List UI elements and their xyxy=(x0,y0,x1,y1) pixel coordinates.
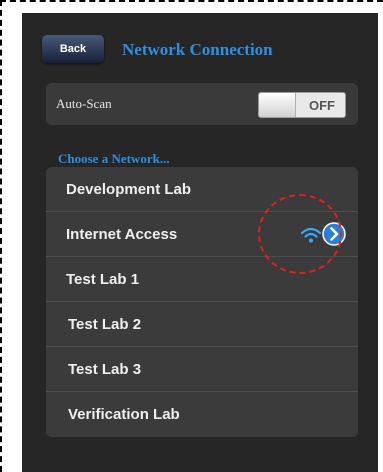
autoscan-label: Auto-Scan xyxy=(56,96,112,111)
autoscan-toggle[interactable]: OFF xyxy=(258,92,346,118)
network-item-label: Development Lab xyxy=(66,181,192,198)
toggle-state: OFF xyxy=(309,98,335,113)
network-section-title: Choose a Network... xyxy=(58,151,170,166)
autoscan-row: Auto-Scan OFF xyxy=(46,83,358,125)
dashed-border-top xyxy=(0,0,383,2)
toggle-knob xyxy=(259,93,296,117)
network-item-label: Internet Access xyxy=(66,226,178,243)
network-item-label: Test Lab 2 xyxy=(68,316,142,333)
network-item-label: Verification Lab xyxy=(68,406,180,423)
network-item-test-lab-3[interactable]: Test Lab 3 xyxy=(46,347,358,392)
page-title: Network Connection xyxy=(122,40,273,59)
network-item-test-lab-2[interactable]: Test Lab 2 xyxy=(46,302,358,347)
network-item-label: Test Lab 3 xyxy=(68,361,142,378)
network-item-label: Test Lab 1 xyxy=(66,271,140,288)
highlight-annotation xyxy=(258,194,342,274)
network-item-verification-lab[interactable]: Verification Lab xyxy=(46,392,358,437)
back-button[interactable]: Back xyxy=(42,35,104,63)
dashed-border-left xyxy=(0,0,2,472)
